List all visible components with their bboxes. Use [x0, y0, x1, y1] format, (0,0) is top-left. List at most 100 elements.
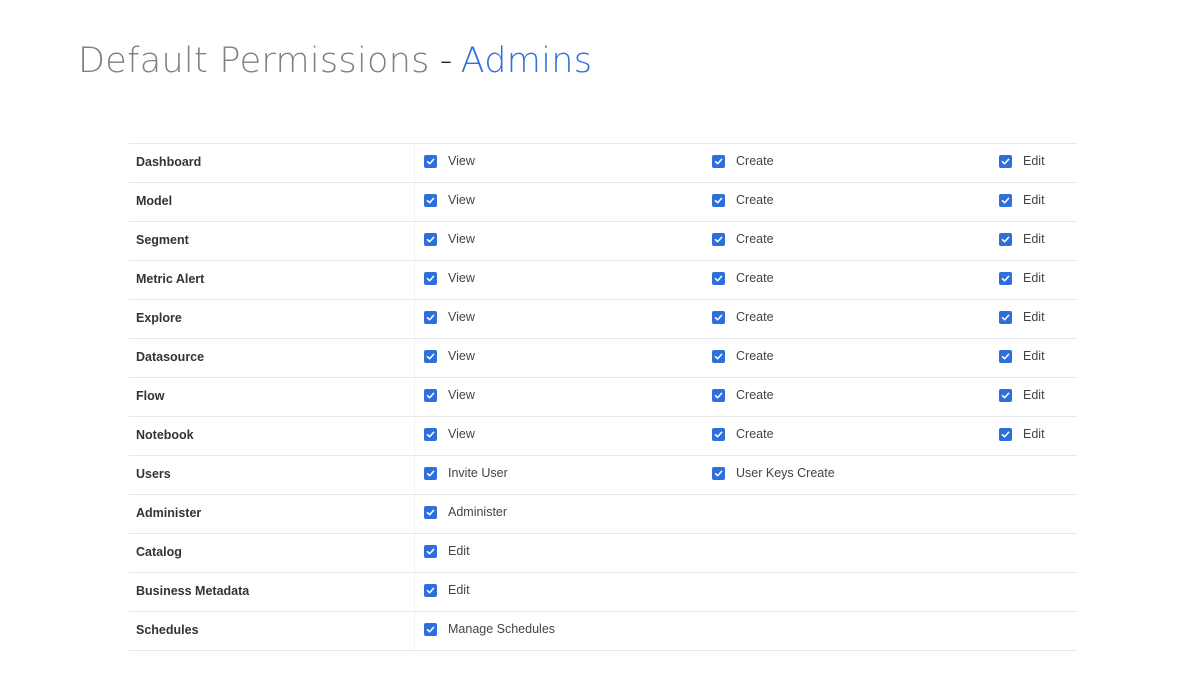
permission-option[interactable]: Edit	[999, 231, 1045, 247]
permission-checkbox[interactable]	[424, 154, 437, 168]
permission-checkbox[interactable]	[712, 349, 725, 363]
permission-checkbox[interactable]	[424, 466, 437, 480]
permission-checkbox[interactable]	[712, 193, 725, 207]
permission-option[interactable]: Create	[712, 231, 774, 247]
permission-option[interactable]: Edit	[999, 348, 1045, 364]
permission-option-label: Create	[736, 193, 774, 207]
permission-row: Notebook View Create Edit	[129, 417, 1077, 456]
checkmark-icon	[1001, 275, 1010, 282]
permission-option-label: Edit	[1023, 427, 1045, 441]
permission-option[interactable]: Administer	[424, 504, 507, 520]
permission-checkbox[interactable]	[712, 388, 725, 402]
permission-row: Flow View Create Edit	[129, 378, 1077, 417]
permission-option[interactable]: View	[424, 270, 475, 286]
permission-option-label: View	[448, 232, 475, 246]
permission-option-label: View	[448, 271, 475, 285]
permission-option[interactable]: Edit	[424, 582, 470, 598]
permission-option[interactable]: View	[424, 426, 475, 442]
column-divider	[414, 612, 415, 650]
checkmark-icon	[426, 353, 435, 360]
permission-option[interactable]: Create	[712, 426, 774, 442]
permission-option[interactable]: Invite User	[424, 465, 508, 481]
permission-option[interactable]: Edit	[424, 543, 470, 559]
permission-checkbox[interactable]	[424, 193, 437, 207]
permission-row-label: Explore	[136, 311, 182, 325]
column-divider	[414, 417, 415, 455]
permission-option-label: View	[448, 349, 475, 363]
checkmark-icon	[426, 275, 435, 282]
permission-option[interactable]: Edit	[999, 270, 1045, 286]
permission-row-label: Notebook	[136, 428, 194, 442]
permission-row-label: Administer	[136, 506, 202, 520]
permission-checkbox[interactable]	[424, 583, 437, 597]
checkmark-icon	[426, 197, 435, 204]
permission-option-label: Create	[736, 154, 774, 168]
permission-option[interactable]: Create	[712, 348, 774, 364]
permission-option[interactable]: Create	[712, 387, 774, 403]
permission-checkbox[interactable]	[424, 505, 437, 519]
permission-option[interactable]: Create	[712, 270, 774, 286]
permission-checkbox[interactable]	[424, 544, 437, 558]
column-divider	[414, 261, 415, 299]
permission-option-label: View	[448, 193, 475, 207]
checkmark-icon	[426, 431, 435, 438]
permission-checkbox[interactable]	[999, 310, 1012, 324]
permission-row-label: Metric Alert	[136, 272, 205, 286]
page-title-role: Admins	[460, 41, 593, 81]
permission-option[interactable]: Create	[712, 192, 774, 208]
permission-option[interactable]: Edit	[999, 426, 1045, 442]
permission-checkbox[interactable]	[999, 349, 1012, 363]
checkmark-icon	[714, 470, 723, 477]
permission-checkbox[interactable]	[424, 622, 437, 636]
checkmark-icon	[714, 431, 723, 438]
permission-row: Model View Create Edit	[129, 183, 1077, 222]
permission-option-label: Invite User	[448, 466, 508, 480]
permission-option-label: View	[448, 154, 475, 168]
permission-checkbox[interactable]	[424, 232, 437, 246]
column-divider	[414, 183, 415, 221]
permission-option[interactable]: View	[424, 348, 475, 364]
permission-row: Users Invite User User Keys Create	[129, 456, 1077, 495]
permission-checkbox[interactable]	[999, 154, 1012, 168]
permission-option[interactable]: Edit	[999, 387, 1045, 403]
permission-row-label: Datasource	[136, 350, 205, 364]
permission-checkbox[interactable]	[712, 310, 725, 324]
permission-checkbox[interactable]	[999, 388, 1012, 402]
permission-option[interactable]: View	[424, 387, 475, 403]
permission-option[interactable]: Edit	[999, 309, 1045, 325]
permission-option[interactable]: Manage Schedules	[424, 621, 555, 637]
permission-checkbox[interactable]	[424, 349, 437, 363]
permission-option-label: Manage Schedules	[448, 622, 556, 636]
permission-option[interactable]: Edit	[999, 192, 1045, 208]
permission-option[interactable]: User Keys Create	[712, 465, 835, 481]
column-divider	[414, 378, 415, 416]
permission-checkbox[interactable]	[999, 271, 1012, 285]
column-divider	[414, 339, 415, 377]
permission-row: Dashboard View Create Edit	[129, 144, 1077, 183]
permission-checkbox[interactable]	[424, 388, 437, 402]
permission-option[interactable]: View	[424, 231, 475, 247]
permission-option-label: View	[448, 310, 475, 324]
permission-checkbox[interactable]	[712, 466, 725, 480]
permission-row-label: Schedules	[136, 623, 199, 637]
permission-option[interactable]: View	[424, 192, 475, 208]
permission-option[interactable]: Create	[712, 309, 774, 325]
permission-option[interactable]: Edit	[999, 153, 1045, 169]
permission-checkbox[interactable]	[712, 427, 725, 441]
checkmark-icon	[426, 236, 435, 243]
permission-checkbox[interactable]	[999, 427, 1012, 441]
permission-checkbox[interactable]	[712, 271, 725, 285]
permission-checkbox[interactable]	[424, 271, 437, 285]
permission-checkbox[interactable]	[712, 232, 725, 246]
permission-option-label: Create	[736, 310, 774, 324]
permission-checkbox[interactable]	[424, 427, 437, 441]
column-divider	[414, 534, 415, 572]
permission-option[interactable]: Create	[712, 153, 774, 169]
permission-option[interactable]: View	[424, 309, 475, 325]
permission-checkbox[interactable]	[712, 154, 725, 168]
permission-checkbox[interactable]	[999, 193, 1012, 207]
permission-option-label: Edit	[448, 544, 470, 558]
permission-checkbox[interactable]	[999, 232, 1012, 246]
permission-option[interactable]: View	[424, 153, 475, 169]
permission-checkbox[interactable]	[424, 310, 437, 324]
